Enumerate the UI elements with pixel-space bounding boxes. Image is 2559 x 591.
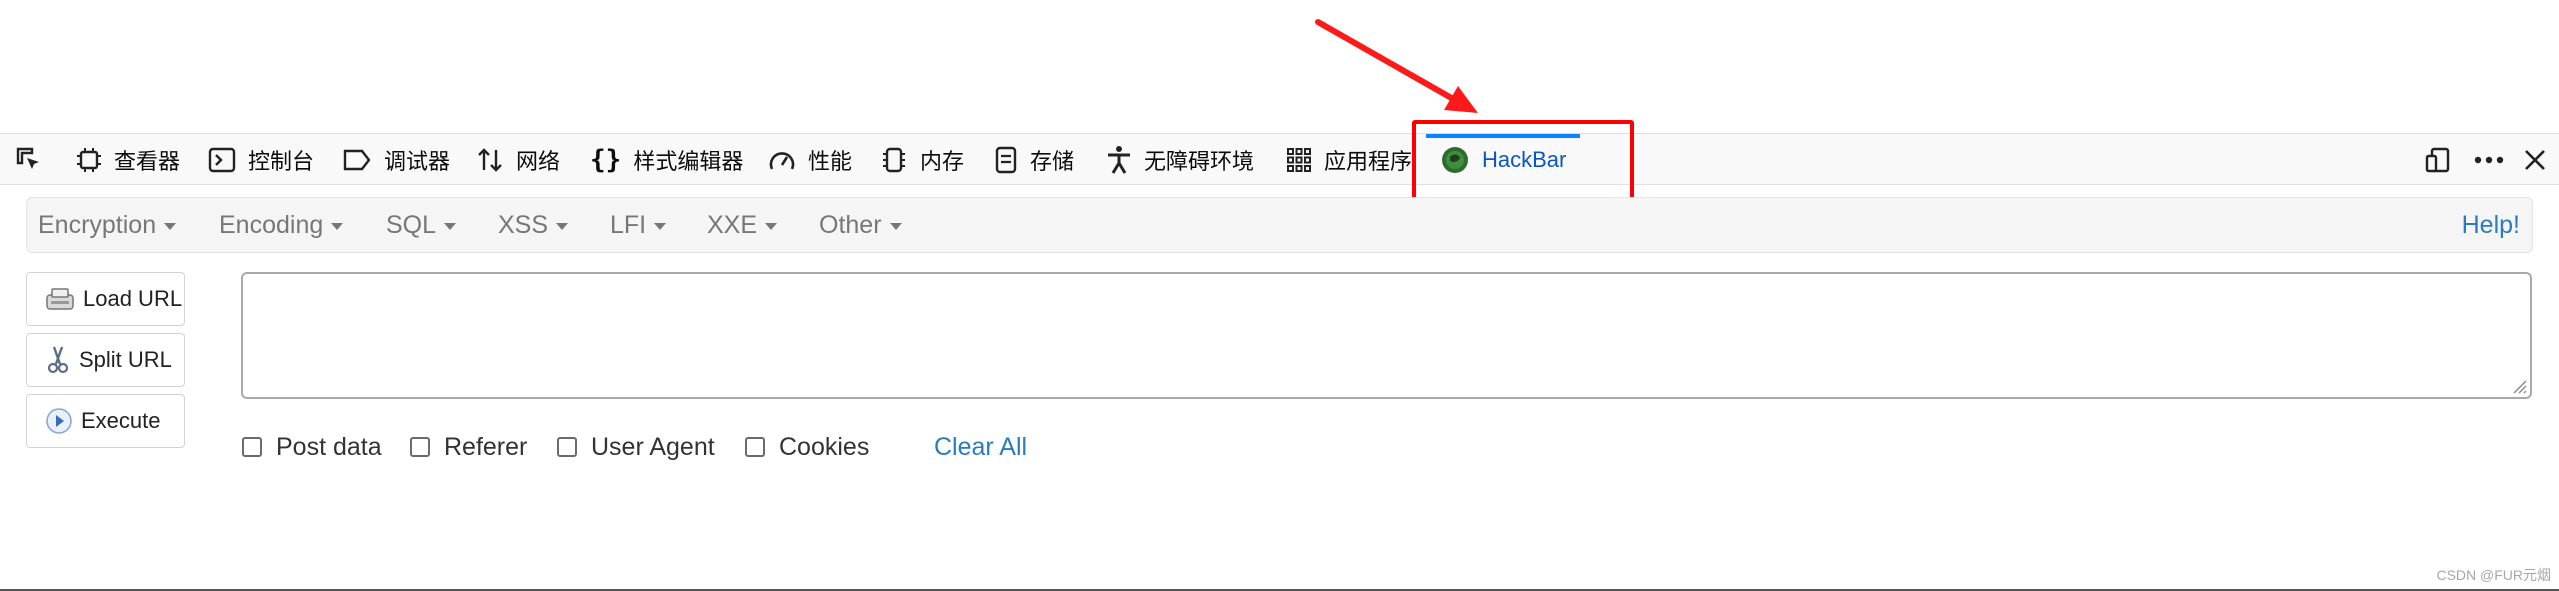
tab-label: 控制台 <box>248 149 315 174</box>
tab-label: 内存 <box>920 149 965 174</box>
button-label: Execute <box>81 408 161 433</box>
menu-label: XSS <box>498 210 549 239</box>
application-icon <box>1287 148 1311 172</box>
referer-checkbox[interactable]: Referer <box>410 430 527 464</box>
tab-application[interactable]: 应用程序 <box>1286 134 1412 186</box>
resize-grip-icon[interactable] <box>2509 376 2527 394</box>
annotation-highlight-box <box>1412 120 1634 202</box>
tab-label: 存储 <box>1030 149 1075 174</box>
menu-label: Encoding <box>219 210 324 239</box>
menu-encryption[interactable]: Encryption <box>38 198 177 252</box>
help-link[interactable]: Help! <box>2462 198 2520 252</box>
caret-down-icon <box>889 223 902 230</box>
memory-icon <box>883 147 905 173</box>
load-url-button[interactable]: Load URL <box>26 272 185 326</box>
tab-style-editor[interactable]: {} 样式编辑器 <box>590 134 743 186</box>
split-url-button[interactable]: Split URL <box>26 333 185 387</box>
menu-label: XXE <box>707 210 758 239</box>
play-icon <box>46 408 72 434</box>
checkbox-box[interactable] <box>410 437 430 457</box>
tab-memory[interactable]: 内存 <box>880 134 964 186</box>
network-icon <box>478 148 502 172</box>
checkbox-box[interactable] <box>745 437 765 457</box>
caret-down-icon <box>765 223 778 230</box>
button-label: Split URL <box>79 347 172 372</box>
menu-other[interactable]: Other <box>819 198 902 252</box>
tab-label: 样式编辑器 <box>633 149 744 174</box>
style-editor-icon: {} <box>590 145 622 175</box>
responsive-design-icon <box>2425 147 2450 173</box>
caret-down-icon <box>164 223 177 230</box>
clear-all-link[interactable]: Clear All <box>934 430 1027 464</box>
hackbar-menu-bar: Encryption Encoding SQL XSS LFI XXE Othe… <box>26 197 2533 253</box>
checkbox-box[interactable] <box>557 437 577 457</box>
tab-debugger[interactable]: 调试器 <box>342 134 450 186</box>
watermark: CSDN @FUR元烟 <box>2436 567 2551 583</box>
checkbox-label: Post data <box>276 432 382 461</box>
more-options-button[interactable] <box>2474 134 2504 186</box>
caret-down-icon <box>556 223 569 230</box>
menu-xxe[interactable]: XXE <box>707 198 778 252</box>
more-options-icon <box>2474 156 2504 164</box>
tab-storage[interactable]: 存储 <box>994 134 1074 186</box>
accessibility-icon <box>1108 146 1130 174</box>
checkbox-box[interactable] <box>242 437 262 457</box>
tab-console[interactable]: 控制台 <box>208 134 314 186</box>
url-input[interactable] <box>241 272 2532 399</box>
checkbox-label: Cookies <box>779 432 870 461</box>
element-picker-button[interactable] <box>14 134 44 186</box>
menu-lfi[interactable]: LFI <box>610 198 667 252</box>
button-label: Load URL <box>83 286 183 311</box>
tab-network[interactable]: 网络 <box>476 134 560 186</box>
menu-label: LFI <box>610 210 647 239</box>
menu-sql[interactable]: SQL <box>386 198 457 252</box>
tab-performance[interactable]: 性能 <box>768 134 852 186</box>
caret-down-icon <box>654 223 667 230</box>
user-agent-checkbox[interactable]: User Agent <box>557 430 715 464</box>
console-icon <box>208 147 236 173</box>
close-devtools-button[interactable] <box>2524 134 2546 186</box>
menu-label: Encryption <box>38 210 157 239</box>
caret-down-icon <box>444 223 457 230</box>
responsive-design-button[interactable] <box>2424 134 2452 186</box>
tab-label: 性能 <box>808 149 853 174</box>
performance-icon <box>769 152 795 170</box>
devtools-toolbar: 查看器 控制台 调试器 网络 {} 样式编辑器 性能 内存 存储 无障碍环境 应… <box>0 133 2559 185</box>
menu-label: SQL <box>386 210 437 239</box>
menu-label: Other <box>819 210 882 239</box>
element-picker-icon <box>16 147 39 169</box>
tab-label: 网络 <box>516 149 561 174</box>
menu-xss[interactable]: XSS <box>498 198 569 252</box>
caret-down-icon <box>331 223 344 230</box>
checkbox-label: User Agent <box>591 432 715 461</box>
inspector-icon <box>77 148 101 172</box>
debugger-icon <box>343 149 371 171</box>
tab-label: 应用程序 <box>1324 149 1413 174</box>
post-data-checkbox[interactable]: Post data <box>242 430 382 464</box>
tab-inspector[interactable]: 查看器 <box>76 134 180 186</box>
load-url-icon <box>46 288 74 310</box>
tab-label: 查看器 <box>114 149 181 174</box>
menu-encoding[interactable]: Encoding <box>219 198 344 252</box>
tab-accessibility[interactable]: 无障碍环境 <box>1106 134 1254 186</box>
execute-button[interactable]: Execute <box>26 394 185 448</box>
close-icon <box>2525 150 2545 170</box>
checkbox-label: Referer <box>444 432 528 461</box>
storage-icon <box>995 146 1017 174</box>
tab-label: 调试器 <box>384 149 451 174</box>
tab-label: 无障碍环境 <box>1144 149 1255 174</box>
scissors-icon <box>47 346 69 374</box>
cookies-checkbox[interactable]: Cookies <box>745 430 869 464</box>
